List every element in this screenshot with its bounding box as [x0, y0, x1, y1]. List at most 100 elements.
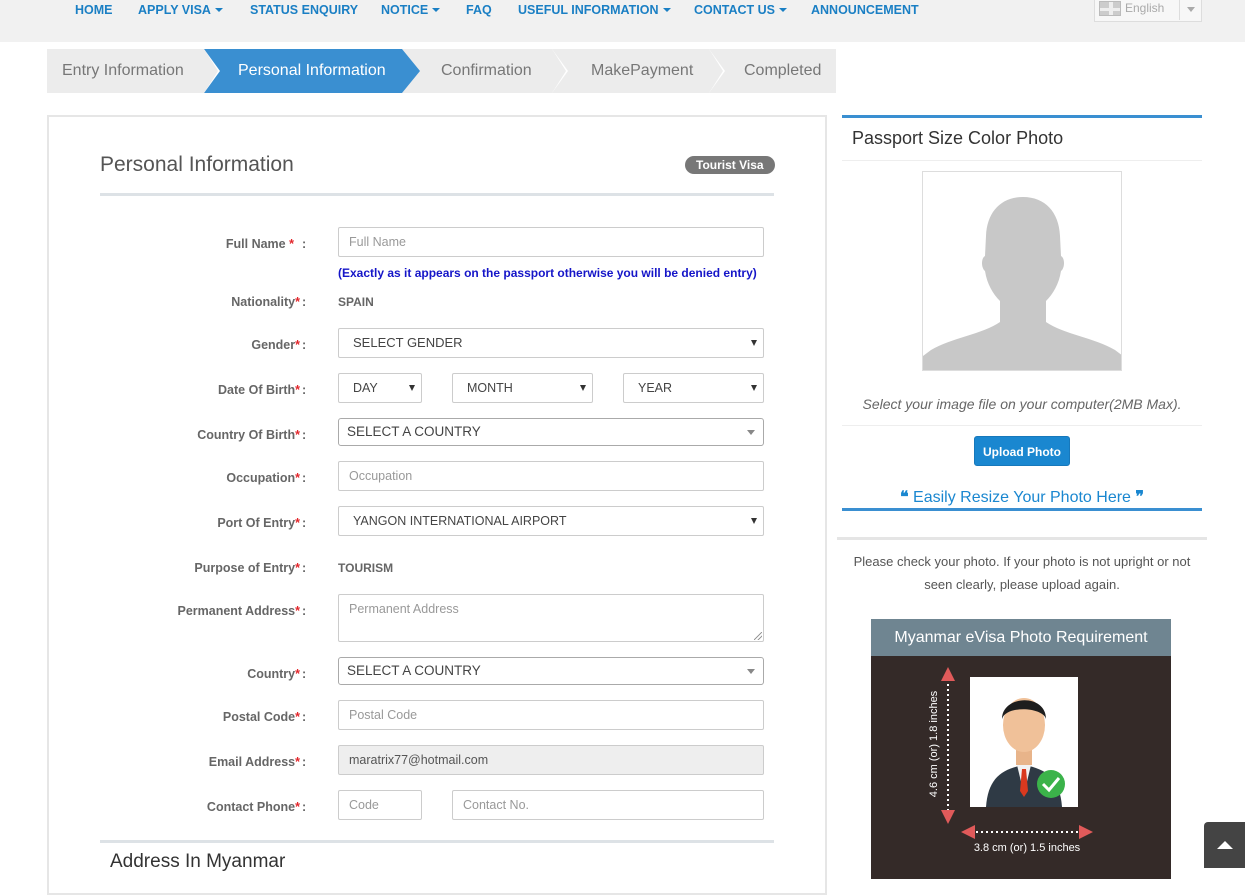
- scroll-to-top-button[interactable]: [1204, 822, 1245, 868]
- language-label: English: [1125, 1, 1165, 15]
- step-divider: [552, 49, 566, 93]
- port-of-entry-select[interactable]: YANGON INTERNATIONAL AIRPORT: [338, 506, 764, 536]
- step-label: Completed: [744, 62, 822, 79]
- visa-type-badge: Tourist Visa: [685, 156, 775, 174]
- required-mark: *: [295, 338, 300, 352]
- placeholder-text: Occupation: [349, 469, 413, 483]
- step-divider: [204, 49, 218, 93]
- placeholder-text: Code: [349, 798, 379, 812]
- phone-code-input[interactable]: Code: [338, 790, 422, 820]
- label-colon: :: [302, 383, 307, 397]
- step-label: MakePayment: [591, 62, 694, 79]
- nav-contact-us-label: CONTACT US: [694, 3, 776, 17]
- caret-down-icon: [747, 669, 755, 674]
- photo-preview[interactable]: [922, 171, 1122, 371]
- photo-panel-title: Passport Size Color Photo: [852, 128, 1064, 148]
- address-in-myanmar-title: Address In Myanmar: [110, 851, 286, 872]
- full-name-label: Full Name *: [226, 237, 294, 251]
- label-colon: :: [302, 561, 307, 575]
- label-colon: :: [302, 471, 307, 485]
- postal-code-input[interactable]: Postal Code: [338, 700, 764, 730]
- step-completed: Completed: [744, 49, 821, 93]
- postal-code-label: Postal Code*: [223, 710, 300, 724]
- step-personal-information: Personal Information: [204, 49, 402, 93]
- caret-down-icon: [662, 8, 671, 12]
- required-mark: *: [295, 561, 300, 575]
- required-mark: *: [295, 516, 300, 530]
- country-select[interactable]: SELECT A COUNTRY: [338, 657, 764, 685]
- contact-phone-label: Contact Phone*: [207, 800, 300, 814]
- label-text: Date Of Birth: [218, 383, 296, 397]
- occupation-input[interactable]: Occupation: [338, 461, 764, 491]
- step-make-payment: MakePayment: [591, 49, 693, 93]
- caret-down-icon: [779, 8, 788, 12]
- required-mark: *: [295, 383, 300, 397]
- label-text: Contact Phone: [206, 800, 296, 814]
- person-silhouette-icon: [923, 172, 1121, 370]
- resize-photo-link[interactable]: ❝ Easily Resize Your Photo Here ❞: [842, 487, 1202, 507]
- required-mark: *: [295, 428, 300, 442]
- step-confirmation: Confirmation: [441, 49, 532, 93]
- nav-home[interactable]: HOME: [75, 3, 113, 17]
- nationality-label: Nationality*: [231, 295, 300, 309]
- divider: [842, 425, 1202, 426]
- chevron-down-icon: [1179, 0, 1201, 20]
- step-divider: [402, 49, 420, 93]
- resize-grip-icon[interactable]: [754, 632, 762, 640]
- permanent-address-textarea[interactable]: Permanent Address: [338, 594, 764, 642]
- required-mark: *: [295, 667, 300, 681]
- select-value: SELECT A COUNTRY: [347, 663, 481, 678]
- caret-down-icon: [409, 385, 415, 391]
- language-select[interactable]: English: [1094, 0, 1202, 22]
- divider: [100, 840, 774, 843]
- nav-apply-visa[interactable]: APPLY VISA: [138, 3, 223, 17]
- required-mark: *: [295, 295, 300, 309]
- page-title: Personal Information: [100, 153, 294, 176]
- passport-name-note: (Exactly as it appears on the passport o…: [338, 266, 757, 280]
- divider: [842, 508, 1202, 511]
- quote-right-icon: ❞: [1135, 489, 1145, 506]
- divider: [842, 160, 1202, 161]
- full-name-input[interactable]: Full Name: [338, 227, 764, 257]
- step-entry-information: Entry Information: [62, 49, 184, 93]
- phone-number-input[interactable]: Contact No.: [452, 790, 764, 820]
- label-colon: :: [302, 710, 307, 724]
- gender-select[interactable]: SELECT GENDER: [338, 328, 764, 358]
- placeholder-text: Permanent Address: [349, 602, 459, 616]
- caret-down-icon: [751, 340, 757, 346]
- photo-requirement-title: Myanmar eVisa Photo Requirement: [871, 619, 1171, 656]
- label-colon: :: [302, 428, 307, 442]
- dob-day-select[interactable]: DAY: [338, 373, 422, 403]
- nav-announcement[interactable]: ANNOUNCEMENT: [811, 3, 919, 17]
- step-label: Confirmation: [441, 62, 532, 79]
- divider: [100, 193, 774, 196]
- nav-announcement-label: ANNOUNCEMENT: [811, 3, 919, 17]
- permanent-address-label: Permanent Address*: [177, 604, 300, 618]
- nav-contact-us[interactable]: CONTACT US: [694, 3, 788, 17]
- label-text: Email Address: [208, 755, 296, 769]
- step-label: Entry Information: [62, 62, 184, 79]
- step-label: Personal Information: [238, 62, 386, 79]
- caret-down-icon: [214, 8, 223, 12]
- label-colon: :: [302, 755, 307, 769]
- nav-home-label: HOME: [75, 3, 113, 17]
- required-mark: *: [295, 604, 300, 618]
- label-text: Postal Code: [222, 710, 296, 724]
- label-colon: :: [302, 516, 307, 530]
- email-value: maratrix77@hotmail.com: [349, 753, 489, 767]
- step-progress: Entry Information Personal Information C…: [47, 49, 836, 93]
- nav-useful-information[interactable]: USEFUL INFORMATION: [518, 3, 671, 17]
- resize-link-label: Easily Resize Your Photo Here: [913, 489, 1131, 506]
- nav-notice[interactable]: NOTICE: [381, 3, 441, 17]
- required-mark: *: [295, 800, 300, 814]
- dob-year-select[interactable]: YEAR: [623, 373, 764, 403]
- dob-month-select[interactable]: MONTH: [452, 373, 593, 403]
- required-mark: *: [295, 755, 300, 769]
- upload-photo-button[interactable]: Upload Photo: [974, 436, 1070, 466]
- nav-faq-label: FAQ: [466, 3, 492, 17]
- purpose-of-entry-label: Purpose of Entry*: [194, 561, 300, 575]
- nav-status-enquiry[interactable]: STATUS ENQUIRY: [250, 3, 358, 17]
- nav-faq[interactable]: FAQ: [466, 3, 492, 17]
- country-of-birth-select[interactable]: SELECT A COUNTRY: [338, 418, 764, 446]
- select-value: YEAR: [638, 381, 673, 395]
